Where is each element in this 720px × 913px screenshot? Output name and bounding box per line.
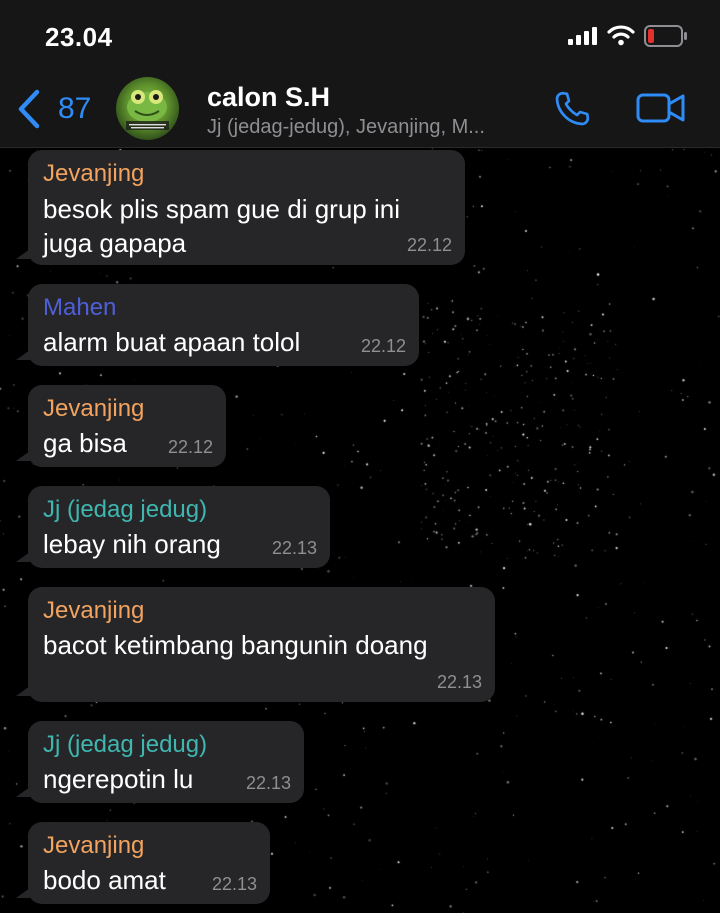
back-unread-count[interactable]: 87	[58, 92, 91, 126]
wifi-icon	[607, 25, 635, 46]
message-text: bacot ketimbang bangunin doang	[43, 630, 428, 660]
message-sender: Jevanjing	[43, 395, 145, 422]
message-text: ngerepotin lu	[43, 764, 194, 794]
message-time: 22.12	[167, 437, 213, 457]
message-sender: Jj (jedag jedug)	[43, 731, 208, 758]
group-avatar[interactable]	[116, 77, 179, 140]
message-text: lebay nih orang	[43, 529, 221, 559]
message-time: 22.13	[271, 538, 317, 558]
video-camera-icon[interactable]	[636, 92, 686, 124]
message-time: 22.12	[360, 336, 406, 356]
message-sender: Jevanjing	[43, 832, 145, 859]
chat-header: 87 calon S.H Jj (jedag-jedug), Jevanjing…	[0, 70, 720, 148]
bubble-tail	[16, 350, 30, 360]
bubble-tail	[16, 552, 30, 562]
message-text: bodo amat	[43, 865, 166, 895]
message-bubble[interactable]: Jj (jedag jedug) ngerepotin lu 22.13	[16, 721, 304, 803]
bubble-tail	[16, 787, 30, 797]
signal-icon	[568, 27, 597, 45]
message-sender: Jj (jedag jedug)	[43, 496, 208, 523]
frog-avatar-image	[126, 90, 169, 130]
message-list[interactable]: Jevanjing besok plis spam gue di grup in…	[0, 148, 720, 913]
status-time: 23.04	[45, 22, 113, 52]
message-bubble[interactable]: Jevanjing bacot ketimbang bangunin doang…	[16, 587, 495, 702]
message-time: 22.12	[406, 235, 452, 255]
bubble-tail	[16, 686, 30, 696]
message-bubble[interactable]: Jevanjing besok plis spam gue di grup in…	[16, 150, 465, 265]
message-sender: Jevanjing	[43, 597, 145, 624]
message-bubble[interactable]: Jevanjing ga bisa 22.12	[16, 385, 226, 467]
bubble-tail	[16, 249, 30, 259]
message-text: besok plis spam gue di grup ini	[43, 194, 400, 224]
phone-icon[interactable]	[552, 89, 592, 129]
message-time: 22.13	[436, 672, 482, 692]
message-time: 22.13	[245, 773, 291, 793]
message-sender: Jevanjing	[43, 160, 145, 187]
bubble-tail	[16, 888, 30, 898]
status-bar: 23.04	[0, 0, 720, 70]
message-bubble[interactable]: Jevanjing bodo amat 22.13	[16, 822, 270, 904]
message-text: ga bisa	[43, 428, 127, 458]
battery-low-icon	[644, 25, 687, 47]
message-text: juga gapapa	[43, 228, 187, 258]
message-bubble[interactable]: Jj (jedag jedug) lebay nih orang 22.13	[16, 486, 330, 568]
bubble-tail	[16, 451, 30, 461]
message-time: 22.13	[211, 874, 257, 894]
message-bubble[interactable]: Mahen alarm buat apaan tolol 22.12	[16, 284, 419, 366]
chat-title[interactable]: calon S.H	[207, 82, 330, 113]
chat-members[interactable]: Jj (jedag-jedug), Jevanjing, M...	[207, 116, 485, 139]
message-text: alarm buat apaan tolol	[43, 327, 301, 357]
message-sender: Mahen	[43, 294, 117, 321]
chevron-left-icon[interactable]	[15, 88, 43, 130]
